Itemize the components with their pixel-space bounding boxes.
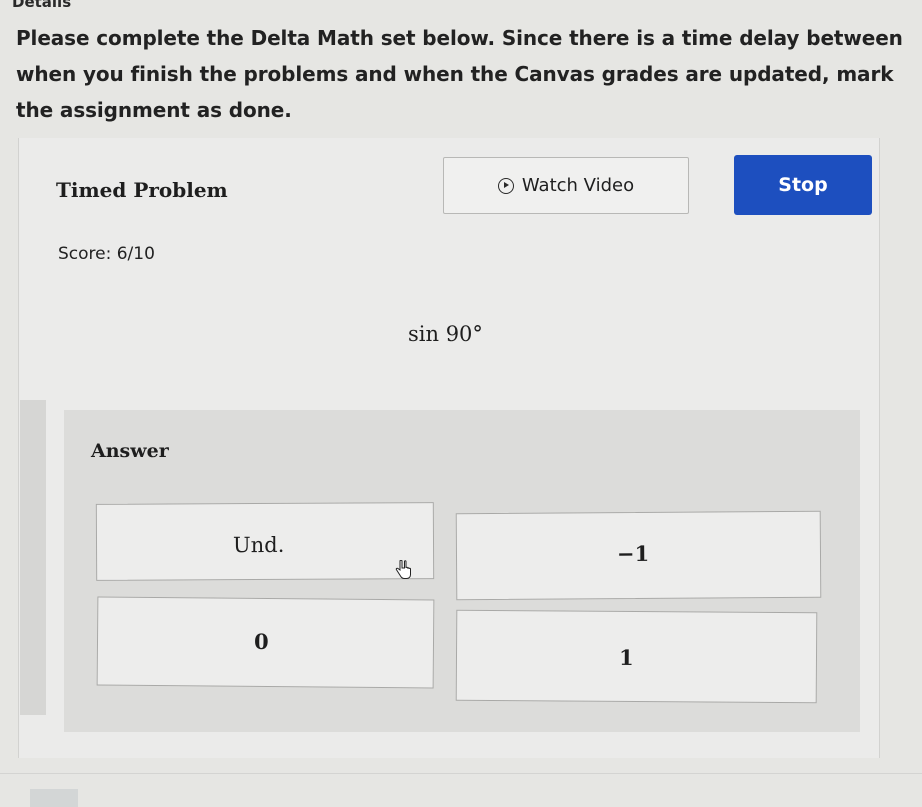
problem-title: Timed Problem bbox=[56, 178, 228, 202]
question-expression: sin 90° bbox=[408, 322, 483, 346]
answer-label: Answer bbox=[91, 440, 169, 462]
answer-choice-label: Und. bbox=[232, 532, 285, 558]
score-text: Score: 6/10 bbox=[58, 244, 155, 264]
watch-video-button[interactable]: Watch Video bbox=[443, 157, 689, 214]
bottom-tab bbox=[30, 789, 78, 807]
stop-button[interactable]: Stop bbox=[734, 155, 872, 215]
watch-video-label: Watch Video bbox=[521, 175, 635, 196]
play-circle-icon bbox=[497, 177, 514, 194]
answer-choice-one[interactable]: 1 bbox=[455, 609, 818, 704]
answer-choice-label: 1 bbox=[618, 644, 634, 670]
answer-choice-zero[interactable]: 0 bbox=[96, 596, 435, 689]
left-panel-strip bbox=[20, 400, 46, 715]
answer-choice-label: 0 bbox=[253, 628, 269, 655]
bottom-divider bbox=[0, 773, 922, 774]
hand-pointer-icon bbox=[395, 560, 411, 579]
assignment-description: Please complete the Delta Math set below… bbox=[16, 26, 903, 122]
details-header: Details bbox=[12, 0, 72, 11]
answer-choice-negative-one[interactable]: −1 bbox=[455, 510, 822, 601]
answer-choice-label: −1 bbox=[616, 540, 650, 567]
answer-choice-undefined[interactable]: Und. bbox=[95, 502, 435, 581]
